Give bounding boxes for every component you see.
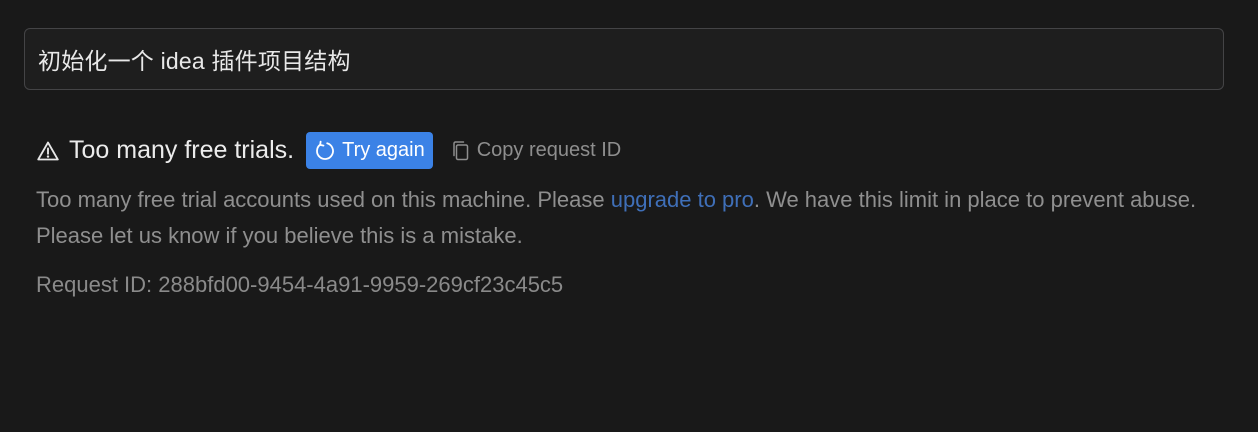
warning-icon <box>36 139 60 163</box>
user-prompt-text: 初始化一个 idea 插件项目结构 <box>38 48 351 74</box>
message-text-start: Too many free trial accounts used on thi… <box>36 187 611 212</box>
request-id-text: Request ID: 288bfd00-9454-4a91-9959-269c… <box>36 272 564 297</box>
try-again-label: Try again <box>342 139 425 161</box>
user-prompt-box[interactable]: 初始化一个 idea 插件项目结构 <box>24 28 1224 90</box>
try-again-button[interactable]: Try again <box>306 132 433 169</box>
chat-panel: 初始化一个 idea 插件项目结构 Too many free trials. … <box>0 0 1258 432</box>
error-title: Too many free trials. <box>69 136 295 164</box>
error-message: Too many free trial accounts used on thi… <box>36 182 1226 254</box>
upgrade-to-pro-link[interactable]: upgrade to pro <box>611 187 754 212</box>
copy-request-id-button[interactable]: Copy request ID <box>451 139 622 162</box>
copy-icon <box>451 140 471 162</box>
error-header: Too many free trials. Try again Copy req… <box>36 132 621 169</box>
refresh-icon <box>314 140 336 162</box>
copy-request-id-label: Copy request ID <box>476 139 622 161</box>
